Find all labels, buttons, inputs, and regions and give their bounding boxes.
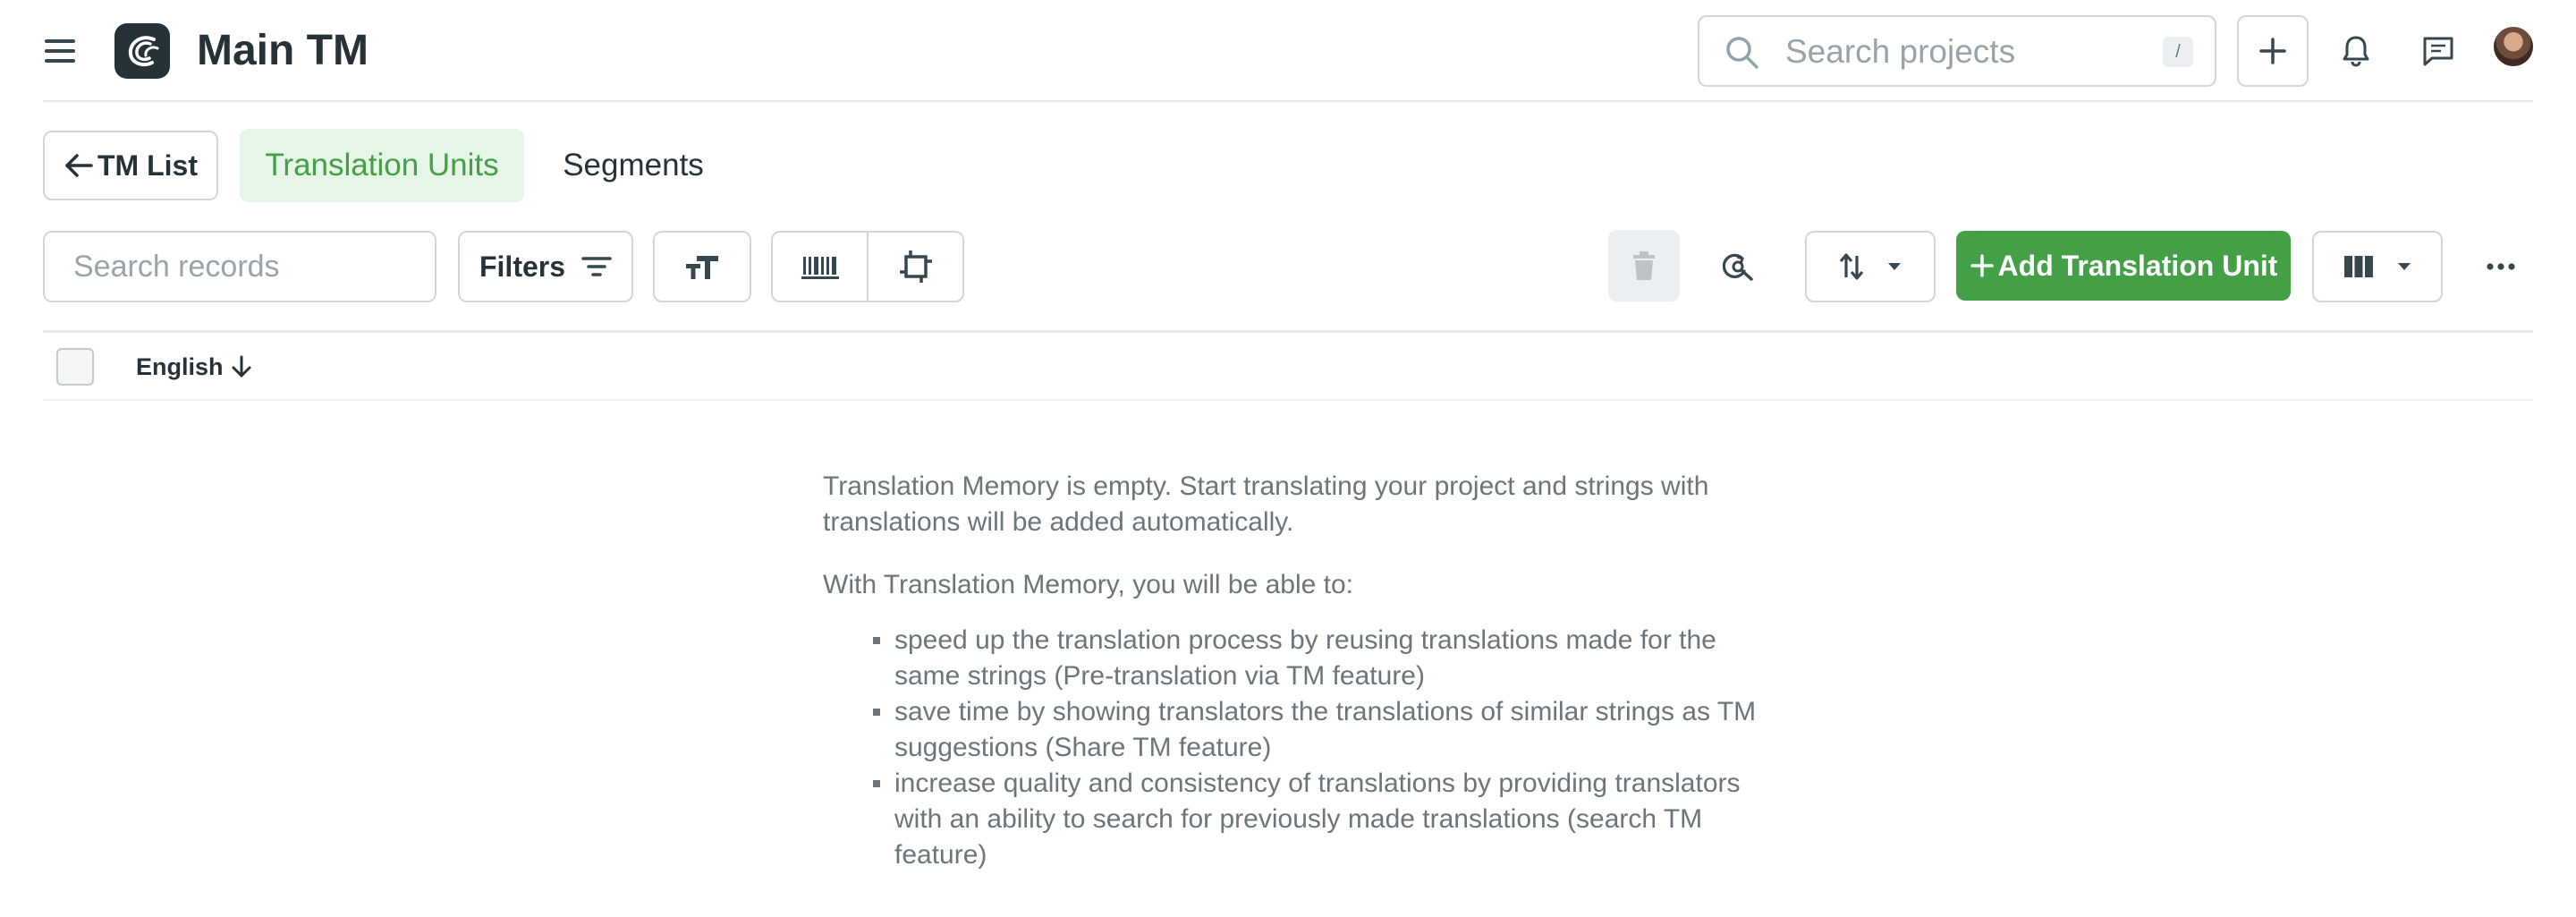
empty-state: Translation Memory is empty. Start trans…: [823, 469, 1762, 873]
plus-icon: [1970, 254, 1994, 277]
sort-button[interactable]: [1805, 231, 1936, 302]
crop-view-button[interactable]: [867, 233, 962, 301]
add-translation-unit-button[interactable]: Add Translation Unit: [1956, 231, 2291, 301]
arrow-left-icon: [65, 154, 93, 177]
empty-state-message: Translation Memory is empty. Start trans…: [823, 471, 1709, 537]
text-size-icon: [686, 256, 718, 279]
back-to-tm-list-button[interactable]: TM List: [43, 131, 218, 200]
select-all-checkbox[interactable]: [56, 348, 94, 386]
delete-button[interactable]: [1608, 230, 1680, 301]
barcode-icon: [801, 257, 839, 279]
menu-icon[interactable]: [45, 39, 77, 63]
create-button[interactable]: [2237, 15, 2309, 87]
arrow-down-icon: [232, 355, 251, 378]
tab-translation-units[interactable]: Translation Units: [240, 129, 524, 202]
table-header-divider: [43, 399, 2533, 401]
tab-label: Translation Units: [265, 148, 499, 183]
search-icon: [1726, 37, 1758, 69]
text-size-button[interactable]: [653, 231, 751, 302]
filter-icon: [581, 257, 612, 276]
column-header-english[interactable]: English: [136, 349, 252, 385]
more-options-button[interactable]: [2472, 238, 2529, 295]
sort-icon: [1839, 253, 1864, 280]
top-header: Main TM /: [0, 0, 2576, 101]
caret-down-icon: [1888, 263, 1901, 270]
app-logo[interactable]: [114, 23, 170, 79]
filters-button[interactable]: Filters: [458, 231, 633, 302]
table-header: [43, 333, 2533, 401]
search-projects-field[interactable]: /: [1698, 15, 2216, 87]
messages-button[interactable]: [2411, 24, 2465, 78]
list-item: save time by showing translators the tra…: [873, 694, 1762, 766]
add-translation-unit-label: Add Translation Unit: [1997, 249, 2278, 282]
chat-icon: [2423, 37, 2453, 66]
tab-segments[interactable]: Segments: [537, 129, 730, 202]
list-item: speed up the translation process by reus…: [873, 623, 1762, 694]
back-label: TM List: [97, 149, 198, 182]
page-title: Main TM: [197, 27, 369, 74]
bell-icon: [2343, 36, 2369, 67]
plus-icon: [2259, 38, 2286, 64]
caret-down-icon: [2398, 263, 2411, 270]
tab-label: Segments: [563, 148, 704, 183]
view-toggle-group: [771, 231, 964, 302]
avatar[interactable]: [2494, 27, 2533, 66]
search-projects-input[interactable]: [1785, 30, 2143, 74]
columns-icon: [2344, 256, 2373, 277]
trash-icon: [1633, 251, 1655, 280]
header-divider: [43, 100, 2533, 102]
empty-state-benefits: speed up the translation process by reus…: [823, 623, 1762, 873]
crop-icon: [899, 250, 932, 283]
filters-label: Filters: [479, 250, 566, 283]
list-item: increase quality and consistency of tran…: [873, 766, 1762, 873]
barcode-view-button[interactable]: [773, 233, 867, 301]
empty-state-intro: With Translation Memory, you will be abl…: [823, 570, 1354, 599]
shortcut-hint: /: [2163, 37, 2193, 67]
notifications-button[interactable]: [2329, 24, 2383, 78]
search-records-field[interactable]: [43, 231, 436, 302]
column-label: English: [136, 352, 224, 380]
search-replace-button[interactable]: [1710, 238, 1767, 295]
more-icon: [2487, 263, 2515, 270]
search-replace-icon: [1723, 253, 1753, 281]
columns-button[interactable]: [2312, 231, 2443, 302]
search-records-input[interactable]: [45, 233, 435, 301]
